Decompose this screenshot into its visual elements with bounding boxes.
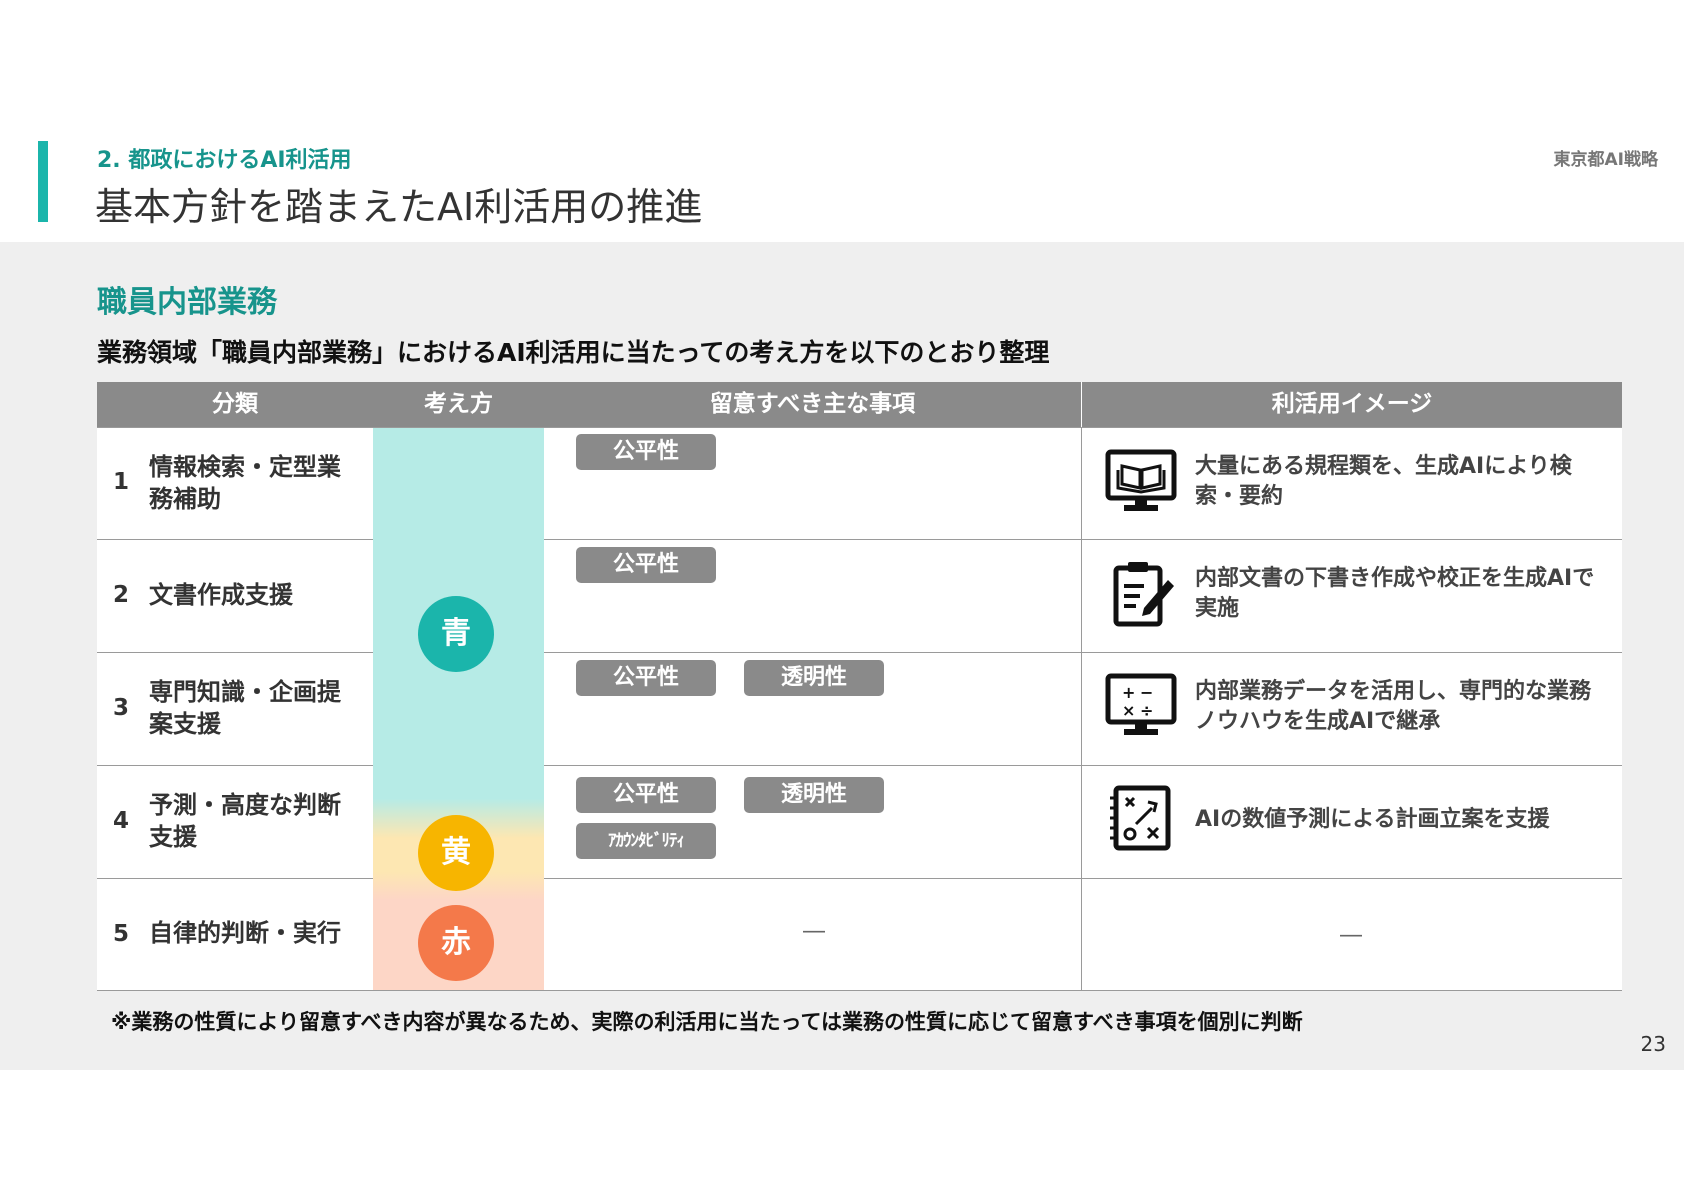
page-number: 23 bbox=[1640, 1032, 1666, 1056]
monitor-calculator-icon: + − × ÷ bbox=[1105, 673, 1177, 735]
tag-fairness: 公平性 bbox=[576, 434, 716, 470]
svg-text:×: × bbox=[1122, 701, 1135, 720]
tag-fairness: 公平性 bbox=[576, 660, 716, 696]
row-category: 情報検索・定型業務補助 bbox=[149, 453, 341, 513]
row-divider bbox=[97, 539, 373, 540]
approach-blue-circle: 青 bbox=[418, 596, 494, 672]
tag-fairness: 公平性 bbox=[576, 777, 716, 813]
svg-text:−: − bbox=[1140, 683, 1153, 702]
row-divider bbox=[544, 539, 1622, 540]
footnote: ※業務の性質により留意すべき内容が異なるため、実際の利活用に当たっては業務の性質… bbox=[111, 1010, 1303, 1034]
row-divider bbox=[97, 427, 1622, 428]
row-divider bbox=[97, 878, 373, 879]
tag-transparency: 透明性 bbox=[744, 777, 884, 813]
row-number: 5 bbox=[113, 921, 130, 947]
row-number: 3 bbox=[113, 695, 130, 721]
svg-text:+: + bbox=[1122, 683, 1135, 702]
header-notes: 留意すべき主な事項 bbox=[709, 391, 916, 417]
header-usage: 利活用イメージ bbox=[1271, 391, 1433, 417]
document-label: 東京都AI戦略 bbox=[1553, 150, 1658, 170]
policy-table: 分類 考え方 留意すべき主な事項 利活用イメージ 1 情報検索・定型業務補助 公… bbox=[97, 382, 1622, 991]
svg-text:÷: ÷ bbox=[1140, 701, 1153, 720]
row-divider bbox=[97, 652, 373, 653]
sub-heading: 職員内部業務 bbox=[97, 285, 277, 320]
header-category: 分類 bbox=[212, 391, 258, 417]
accent-bar bbox=[38, 141, 48, 222]
page-title: 基本方針を踏まえたAI利活用の推進 bbox=[95, 185, 703, 229]
strategy-board-icon bbox=[1110, 785, 1171, 851]
usage-text: AIの数値予測による計画立案を支援 bbox=[1195, 807, 1550, 832]
row-category: 文書作成支援 bbox=[149, 581, 293, 609]
tag-fairness: 公平性 bbox=[576, 547, 716, 583]
notes-dash: ― bbox=[803, 919, 825, 944]
tag-transparency: 透明性 bbox=[744, 660, 884, 696]
header-approach: 考え方 bbox=[424, 391, 493, 417]
section-label: 2. 都政におけるAI利活用 bbox=[97, 148, 352, 173]
approach-yellow-circle: 黄 bbox=[418, 815, 494, 891]
row-number: 1 bbox=[113, 469, 130, 495]
row-number: 4 bbox=[113, 808, 130, 834]
lead-text: 業務領域「職員内部業務」におけるAI利活用に当たっての考え方を以下のとおり整理 bbox=[97, 338, 1050, 367]
row-divider bbox=[97, 990, 1622, 991]
tag-accountability: ｱｶｳﾝﾀﾋﾞﾘﾃｨ bbox=[576, 823, 716, 859]
usage-text: 大量にある規程類を、生成AIにより検索・要約 bbox=[1195, 454, 1572, 509]
row-divider bbox=[544, 652, 1622, 653]
usage-dash: ― bbox=[1340, 923, 1362, 948]
monitor-book-icon bbox=[1105, 449, 1177, 511]
approach-red-circle: 赤 bbox=[418, 905, 494, 981]
row-divider bbox=[97, 765, 373, 766]
row-category: 専門知識・企画提案支援 bbox=[149, 678, 341, 738]
row-category: 自律的判断・実行 bbox=[149, 919, 341, 947]
clipboard-pen-icon bbox=[1113, 562, 1174, 627]
row-divider bbox=[544, 878, 1622, 879]
usage-text: 内部文書の下書き作成や校正を生成AIで実施 bbox=[1195, 566, 1595, 621]
usage-text: 内部業務データを活用し、専門的な業務ノウハウを生成AIで継承 bbox=[1195, 679, 1592, 734]
row-category: 予測・高度な判断支援 bbox=[149, 791, 341, 851]
table-header: 分類 考え方 留意すべき主な事項 利活用イメージ bbox=[97, 382, 1622, 427]
column-divider bbox=[1081, 427, 1082, 990]
row-number: 2 bbox=[113, 582, 130, 608]
row-divider bbox=[544, 765, 1622, 766]
